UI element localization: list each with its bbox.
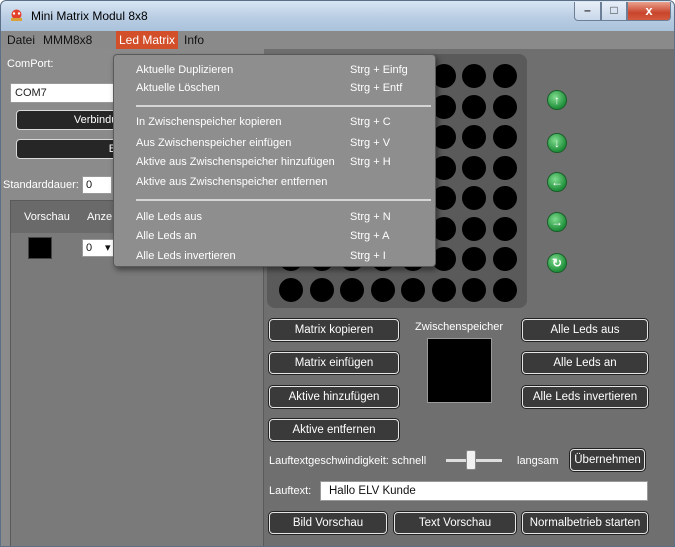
arrow-down-icon[interactable]: ↓	[547, 133, 567, 153]
led-matrix-menu: Aktuelle Duplizieren Strg + Einfg Aktuel…	[113, 54, 436, 267]
default-duration-input[interactable]: 0	[82, 176, 112, 194]
matrix-copy-button[interactable]: Matrix kopieren	[269, 319, 399, 341]
image-button[interactable]: Bil	[16, 139, 126, 159]
count-column-header: Anze	[87, 211, 113, 223]
menu-item-copy-clipboard[interactable]: In Zwischenspeicher kopieren	[136, 116, 282, 128]
led-cell[interactable]	[340, 277, 364, 302]
menu-info[interactable]: Info	[184, 33, 204, 47]
menu-shortcut-all-invert: Strg + I	[350, 250, 386, 262]
led-cell[interactable]	[492, 216, 517, 241]
app-icon	[11, 9, 22, 21]
led-cell[interactable]	[492, 64, 517, 88]
led-cell[interactable]	[462, 64, 486, 88]
led-cell[interactable]	[462, 155, 486, 180]
led-cell[interactable]	[279, 277, 303, 302]
menu-datei[interactable]: Datei	[7, 33, 35, 47]
menu-shortcut-add-active: Strg + H	[350, 156, 391, 168]
menu-item-add-active[interactable]: Aktive aus Zwischenspeicher hinzufügen	[136, 156, 335, 168]
scroll-speed-slow-label: langsam	[517, 455, 559, 467]
scroll-speed-label: Lauftextgeschwindigkeit: schnell	[269, 455, 427, 467]
active-remove-button[interactable]: Aktive entfernen	[269, 419, 399, 441]
title-bar: Mini Matrix Modul 8x8 – □ x	[1, 1, 674, 31]
led-cell[interactable]	[492, 155, 517, 180]
all-leds-off-button[interactable]: Alle Leds aus	[522, 319, 648, 341]
scroll-speed-thumb[interactable]	[466, 450, 477, 470]
led-cell[interactable]	[462, 125, 486, 149]
scroll-text-label: Lauftext:	[269, 485, 312, 497]
menu-shortcut-delete: Strg + Entf	[350, 82, 403, 94]
clipboard-label: Zwischenspeicher	[415, 321, 504, 333]
arrow-right-icon[interactable]: →	[547, 212, 567, 232]
connect-button[interactable]: Verbindur	[16, 110, 126, 130]
led-cell[interactable]	[492, 94, 517, 119]
minimize-button[interactable]: –	[574, 2, 601, 21]
arrow-up-icon[interactable]: ↑	[547, 90, 567, 110]
app-window: Mini Matrix Modul 8x8 – □ x Datei MMM8x8…	[0, 0, 675, 547]
led-cell[interactable]	[370, 277, 395, 302]
led-cell[interactable]	[492, 125, 517, 149]
clipboard-preview	[427, 338, 492, 403]
close-icon: x	[645, 3, 653, 18]
preview-column-header: Vorschau	[24, 211, 70, 223]
comport-label: ComPort:	[7, 58, 54, 70]
menu-separator	[136, 105, 431, 107]
menu-shortcut-copy-clipboard: Strg + C	[350, 116, 391, 128]
led-cell[interactable]	[309, 277, 334, 302]
comport-select[interactable]: COM7	[10, 83, 126, 103]
menu-item-all-on[interactable]: Alle Leds an	[136, 230, 197, 242]
menu-item-all-invert[interactable]: Alle Leds invertieren	[136, 250, 236, 262]
chevron-down-icon: ▾	[105, 242, 111, 254]
minimize-icon: –	[584, 3, 591, 17]
arrow-left-icon[interactable]: ←	[547, 172, 567, 192]
text-preview-button[interactable]: Text Vorschau	[394, 512, 516, 534]
count-value: 0	[86, 242, 93, 254]
menu-item-paste-clipboard[interactable]: Aus Zwischenspeicher einfügen	[136, 137, 291, 149]
led-cell[interactable]	[492, 247, 517, 271]
menu-shortcut-duplicate: Strg + Einfg	[350, 64, 408, 76]
menu-item-remove-active[interactable]: Aktive aus Zwischenspeicher entfernen	[136, 176, 327, 188]
menu-mmm8x8[interactable]: MMM8x8	[43, 33, 92, 47]
rotate-icon[interactable]: ↻	[547, 253, 567, 273]
led-cell[interactable]	[492, 186, 517, 210]
menu-led-matrix[interactable]: Led Matrix	[116, 31, 179, 49]
matrix-paste-button[interactable]: Matrix einfügen	[269, 352, 399, 374]
close-button[interactable]: x	[627, 2, 671, 21]
menu-bar: Datei MMM8x8 Led Matrix Info	[1, 31, 674, 49]
led-cell[interactable]	[431, 277, 456, 302]
apply-button[interactable]: Übernehmen	[570, 449, 645, 471]
window-title: Mini Matrix Modul 8x8	[31, 9, 148, 23]
scroll-text-input[interactable]: Hallo ELV Kunde	[320, 481, 648, 501]
menu-item-all-off[interactable]: Alle Leds aus	[136, 211, 202, 223]
all-leds-invert-button[interactable]: Alle Leds invertieren	[522, 386, 648, 408]
led-cell[interactable]	[462, 277, 486, 302]
menu-shortcut-all-on: Strg + A	[350, 230, 390, 242]
maximize-button[interactable]: □	[601, 2, 627, 21]
active-add-button[interactable]: Aktive hinzufügen	[269, 386, 399, 408]
led-cell[interactable]	[492, 277, 517, 302]
all-leds-on-button[interactable]: Alle Leds an	[522, 352, 648, 374]
menu-shortcut-paste-clipboard: Strg + V	[350, 137, 391, 149]
count-select[interactable]: 0 ▾	[82, 239, 116, 257]
led-cell[interactable]	[462, 94, 486, 119]
menu-item-duplicate[interactable]: Aktuelle Duplizieren	[136, 64, 233, 76]
normal-mode-button[interactable]: Normalbetrieb starten	[522, 512, 648, 534]
default-duration-label: Standarddauer:	[3, 179, 79, 191]
menu-shortcut-all-off: Strg + N	[350, 211, 391, 223]
image-preview-button[interactable]: Bild Vorschau	[269, 512, 387, 534]
led-cell[interactable]	[462, 247, 486, 271]
led-cell[interactable]	[401, 277, 425, 302]
preview-swatch[interactable]	[28, 237, 52, 259]
maximize-icon: □	[610, 3, 618, 17]
led-cell[interactable]	[462, 186, 486, 210]
menu-item-delete[interactable]: Aktuelle Löschen	[136, 82, 220, 94]
led-cell[interactable]	[462, 216, 486, 241]
menu-separator	[136, 199, 431, 201]
